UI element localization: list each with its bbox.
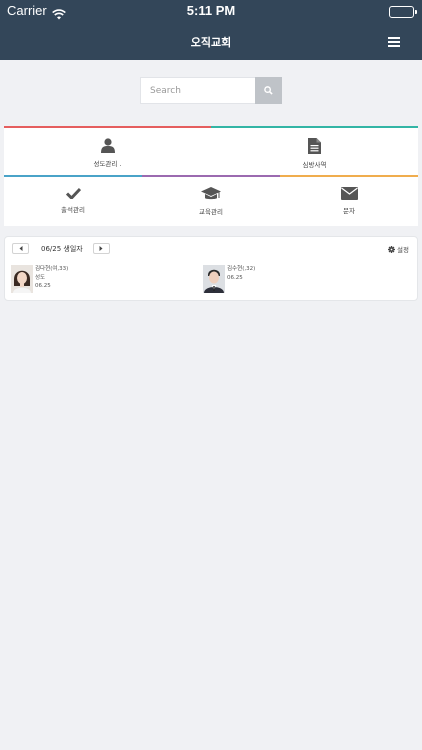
tile-label: 교육관리 bbox=[199, 208, 223, 216]
user-icon bbox=[100, 138, 115, 153]
search-button[interactable] bbox=[255, 77, 282, 104]
gear-icon bbox=[388, 245, 396, 253]
search-icon bbox=[264, 86, 273, 95]
tile-attendance[interactable]: 출석관리 bbox=[4, 177, 142, 226]
accent-bar-red bbox=[4, 126, 211, 128]
envelope-icon bbox=[340, 187, 358, 200]
caret-right-icon bbox=[99, 246, 103, 251]
person-name: 김다현 bbox=[35, 266, 51, 272]
birthday-person[interactable]: 김다현(여,33) 성도 06.25 bbox=[11, 265, 68, 293]
next-day-button[interactable] bbox=[92, 243, 110, 254]
date-pager: 06/25 생일자 bbox=[12, 243, 110, 254]
settings-label: 설정 bbox=[397, 246, 409, 254]
tile-education[interactable]: 교육관리 bbox=[142, 177, 280, 226]
tile-label: 심방사역 bbox=[302, 161, 327, 169]
avatar bbox=[11, 265, 33, 293]
menu-grid: 성도관리 . 심방사역 출석관리 교육관리 문자 bbox=[4, 126, 418, 226]
person-info: 김다현(여,33) 성도 06.25 bbox=[35, 265, 68, 293]
page-title: 오직교회 bbox=[190, 36, 232, 49]
avatar bbox=[203, 265, 225, 293]
battery-icon bbox=[389, 6, 417, 18]
prev-day-button[interactable] bbox=[12, 243, 29, 254]
tile-visitation[interactable]: 심방사역 bbox=[211, 128, 418, 175]
accent-bar-teal bbox=[211, 126, 418, 128]
graduation-cap-icon bbox=[201, 187, 221, 200]
navbar: 오직교회 bbox=[0, 24, 422, 60]
clock: 5:11 PM bbox=[186, 3, 236, 18]
person-info: 김수현(,32) 06.25 bbox=[227, 265, 255, 293]
birthday-card: 06/25 생일자 설정 김다현(여,33) 성도 06.25 김수현(,32)… bbox=[4, 236, 418, 301]
header: Carrier 5:11 PM 오직교회 bbox=[0, 0, 422, 60]
person-age: (,32) bbox=[242, 266, 256, 272]
person-role: 성도 bbox=[35, 274, 46, 281]
settings-button[interactable]: 설정 bbox=[388, 244, 409, 254]
tile-member-management[interactable]: 성도관리 . bbox=[4, 128, 211, 175]
caret-left-icon bbox=[19, 246, 22, 251]
tile-message[interactable]: 문자 bbox=[280, 177, 418, 226]
person-age: (여,33) bbox=[50, 266, 69, 272]
search-input[interactable] bbox=[140, 77, 255, 104]
person-date: 06.25 bbox=[35, 283, 51, 289]
hamburger-menu-icon[interactable] bbox=[388, 37, 400, 47]
checkmark-icon bbox=[65, 187, 81, 199]
birthday-person[interactable]: 김수현(,32) 06.25 bbox=[203, 265, 255, 293]
person-date: 06.25 bbox=[227, 274, 243, 281]
person-name: 김수현 bbox=[227, 266, 243, 272]
tile-label: 출석관리 bbox=[61, 206, 85, 214]
tile-label: 문자 bbox=[343, 207, 355, 215]
birthday-title: 06/25 생일자 bbox=[41, 244, 83, 253]
status-bar: Carrier 5:11 PM bbox=[0, 0, 422, 24]
search-bar bbox=[140, 77, 282, 104]
document-icon bbox=[308, 138, 321, 154]
tile-label: 성도관리 . bbox=[93, 160, 122, 168]
